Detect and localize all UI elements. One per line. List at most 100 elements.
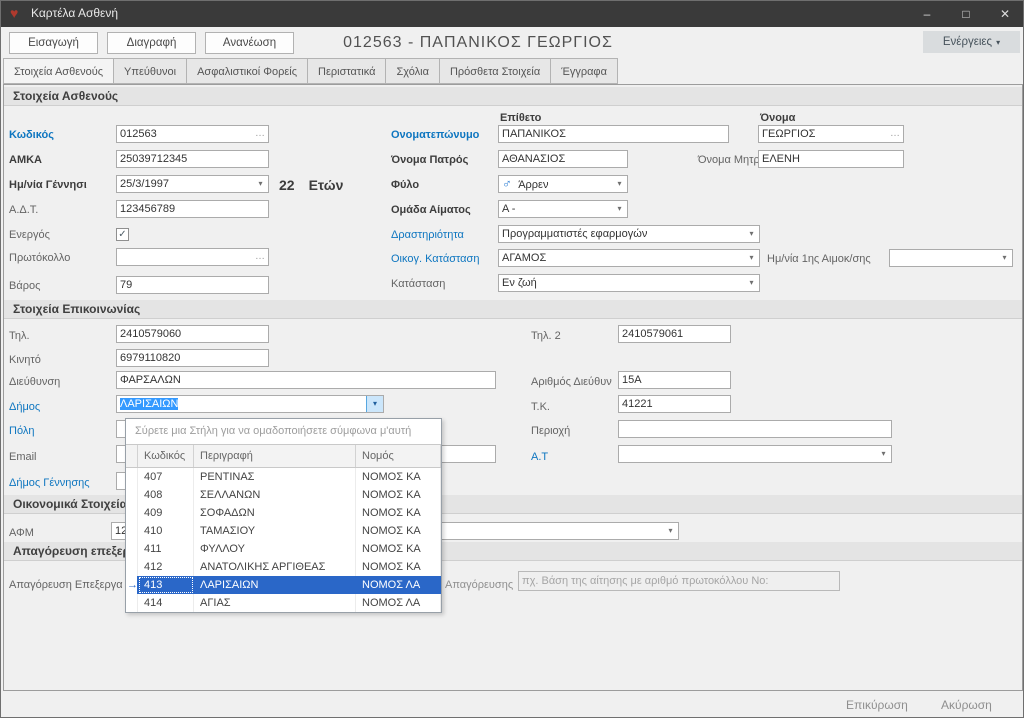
row-indicator [126, 486, 138, 504]
adt-field[interactable] [116, 200, 269, 218]
chevron-down-icon: ▾ [996, 38, 1000, 47]
cell-code: 410 [138, 522, 194, 540]
patient-card-window: ♥ Καρτέλα Ασθενή – □ ✕ Εισαγωγή Διαγραφή… [0, 0, 1024, 718]
cell-description: ΑΓΙΑΣ [194, 594, 356, 612]
chevron-down-icon[interactable]: ▾ [744, 250, 759, 266]
dropdown-row[interactable]: →413ΛΑΡΙΣΑΙΩΝΝΟΜΟΣ ΛΑ [126, 576, 441, 594]
mother-name-field[interactable] [758, 150, 904, 168]
row-indicator-arrow-icon: → [126, 576, 138, 594]
maximize-button[interactable]: □ [946, 1, 986, 27]
protocol-field[interactable]: … [116, 248, 269, 266]
active-checkbox[interactable]: ✓ [116, 228, 129, 241]
dropdown-row[interactable]: 408ΣΕΛΛΑΝΩΝΝΟΜΟΣ ΚΑ [126, 486, 441, 504]
chevron-down-icon[interactable]: ▾ [744, 226, 759, 242]
cell-code: 407 [138, 468, 194, 486]
blood-type-value: A - [502, 203, 515, 215]
marital-status-combo[interactable]: ΑΓΑΜΟΣ ▾ [498, 249, 760, 267]
cell-code: 413 [138, 576, 194, 594]
gender-combo[interactable]: ♂ Άρρεν ▾ [498, 175, 628, 193]
tab-patient-details[interactable]: Στοιχεία Ασθενούς [3, 58, 114, 84]
phone-field[interactable] [116, 325, 269, 343]
cell-code: 411 [138, 540, 194, 558]
tab-extra-details[interactable]: Πρόσθετα Στοιχεία [440, 58, 551, 84]
firstname-field[interactable]: ΓΕΩΡΓΙΟΣ … [758, 125, 904, 143]
address-number-label: Αριθμός Διεύθυν [531, 373, 612, 391]
chevron-down-icon[interactable]: ▾ [744, 275, 759, 291]
cell-prefecture: ΝΟΜΟΣ ΚΑ [356, 522, 441, 540]
tab-insurance-carriers[interactable]: Ασφαλιστικοί Φορείς [187, 58, 308, 84]
life-status-combo[interactable]: Εν ζωή ▾ [498, 274, 760, 292]
code-value: 012563 [120, 128, 157, 140]
father-name-field[interactable] [498, 150, 628, 168]
dropdown-row[interactable]: 412ΑΝΑΤΟΛΙΚΗΣ ΑΡΓΙΘΕΑΣΝΟΜΟΣ ΚΑ [126, 558, 441, 576]
first-dialysis-label: Ημ/νία 1ης Αιμοκ/σης [767, 250, 871, 268]
ellipsis-icon[interactable]: … [255, 126, 265, 141]
amka-field[interactable] [116, 150, 269, 168]
tab-strip: Στοιχεία Ασθενούς Υπεύθυνοι Ασφαλιστικοί… [3, 58, 618, 85]
insert-button[interactable]: Εισαγωγή [9, 32, 98, 54]
gender-value: Άρρεν [518, 179, 548, 191]
activity-combo[interactable]: Προγραμματιστές εφαρμογών ▾ [498, 225, 760, 243]
cell-description: ΑΝΑΤΟΛΙΚΗΣ ΑΡΓΙΘΕΑΣ [194, 558, 356, 576]
cell-description: ΤΑΜΑΣΙΟΥ [194, 522, 356, 540]
header-prefecture[interactable]: Νομός [356, 445, 441, 467]
dropdown-row[interactable]: 414ΑΓΙΑΣΝΟΜΟΣ ΛΑ [126, 594, 441, 612]
phone-label: Τηλ. [9, 327, 30, 345]
ellipsis-icon[interactable]: … [890, 126, 900, 141]
cell-code: 409 [138, 504, 194, 522]
dropdown-row[interactable]: 410ΤΑΜΑΣΙΟΥΝΟΜΟΣ ΚΑ [126, 522, 441, 540]
police-station-label: Α.Τ [531, 448, 548, 466]
postal-code-field[interactable] [618, 395, 731, 413]
surname-field[interactable] [498, 125, 729, 143]
delete-button[interactable]: Διαγραφή [107, 32, 196, 54]
address-field[interactable] [116, 371, 496, 389]
active-label: Ενεργός [9, 226, 50, 244]
dropdown-row[interactable]: 409ΣΟΦΑΔΩΝΝΟΜΟΣ ΚΑ [126, 504, 441, 522]
heart-icon: ♥ [10, 5, 18, 21]
tab-responsible[interactable]: Υπεύθυνοι [114, 58, 187, 84]
birthdate-value: 25/3/1997 [120, 178, 169, 190]
chevron-down-icon[interactable]: ▾ [253, 176, 268, 192]
chevron-down-icon[interactable]: ▾ [876, 446, 891, 462]
weight-label: Βάρος [9, 277, 40, 295]
header-description[interactable]: Περιγραφή [194, 445, 356, 467]
actions-menu-button[interactable]: Ενέργειες▾ [923, 31, 1020, 53]
phone2-field[interactable] [618, 325, 731, 343]
area-field[interactable] [618, 420, 892, 438]
cancel-button[interactable]: Ακύρωση [941, 698, 992, 712]
confirm-button[interactable]: Επικύρωση [846, 698, 908, 712]
tab-incidents[interactable]: Περιστατικά [308, 58, 386, 84]
police-station-combo[interactable]: ▾ [618, 445, 892, 463]
code-field[interactable]: 012563 … [116, 125, 269, 143]
row-indicator [126, 594, 138, 612]
section-contact: Στοιχεία Επικοινωνίας [4, 300, 1022, 319]
minimize-button[interactable]: – [907, 1, 947, 27]
refresh-button[interactable]: Ανανέωση [205, 32, 294, 54]
mobile-field[interactable] [116, 349, 269, 367]
activity-value: Προγραμματιστές εφαρμογών [502, 228, 647, 240]
chevron-down-icon[interactable]: ▾ [997, 250, 1012, 266]
dropdown-row[interactable]: 407ΡΕΝΤΙΝΑΣΝΟΜΟΣ ΚΑ [126, 468, 441, 486]
address-label: Διεύθυνση [9, 373, 60, 391]
restriction-reason-field[interactable] [518, 571, 840, 591]
address-number-field[interactable] [618, 371, 731, 389]
ellipsis-icon[interactable]: … [255, 249, 265, 264]
chevron-down-icon[interactable]: ▾ [663, 523, 678, 539]
header-code[interactable]: Κωδικός [138, 445, 194, 467]
chevron-down-icon[interactable]: ▾ [366, 396, 383, 412]
blood-type-label: Ομάδα Αίματος [391, 201, 471, 219]
close-button[interactable]: ✕ [985, 1, 1024, 27]
tab-comments[interactable]: Σχόλια [386, 58, 440, 84]
marital-status-label: Οικογ. Κατάσταση [391, 250, 479, 268]
weight-field[interactable] [116, 276, 269, 294]
first-dialysis-combo[interactable]: ▾ [889, 249, 1013, 267]
tab-documents[interactable]: Έγγραφα [551, 58, 618, 84]
chevron-down-icon[interactable]: ▾ [612, 201, 627, 217]
blood-type-combo[interactable]: A - ▾ [498, 200, 628, 218]
row-indicator [126, 522, 138, 540]
dropdown-row[interactable]: 411ΦΥΛΛΟΥΝΟΜΟΣ ΚΑ [126, 540, 441, 558]
chevron-down-icon[interactable]: ▾ [612, 176, 627, 192]
municipality-value: ΛΑΡΙΣΑΙΩΝ [120, 398, 178, 410]
municipality-combo[interactable]: ΛΑΡΙΣΑΙΩΝ ▾ [116, 395, 384, 413]
birthdate-combo[interactable]: 25/3/1997 ▾ [116, 175, 269, 193]
